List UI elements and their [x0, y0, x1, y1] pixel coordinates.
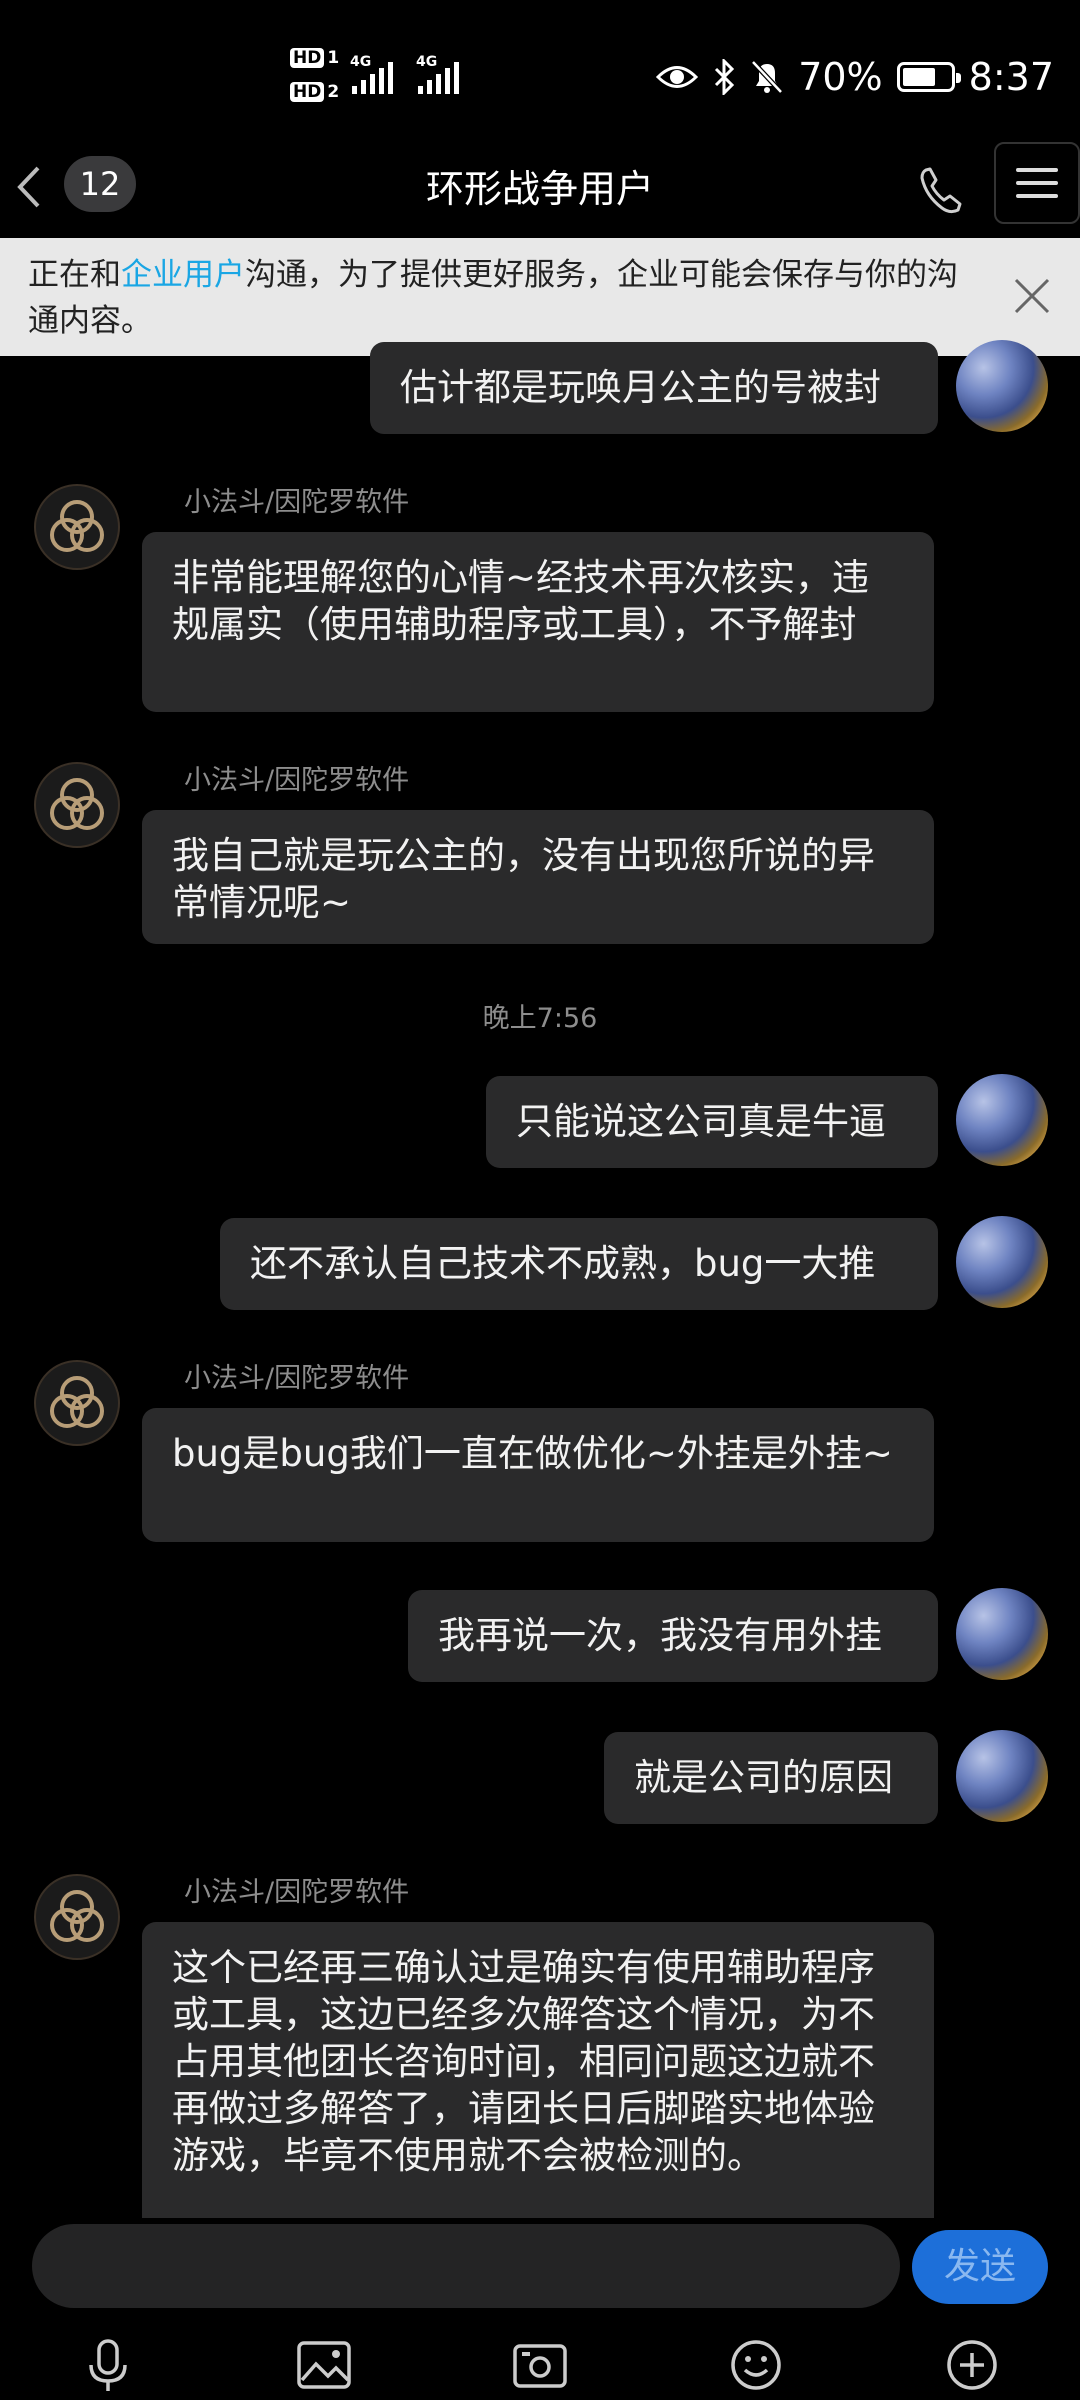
menu-icon-line	[1016, 168, 1058, 172]
input-toolbar	[0, 2330, 1080, 2400]
close-icon[interactable]	[1010, 274, 1054, 318]
agent-message-bubble[interactable]: 这个已经再三确认过是确实有使用辅助程序或工具，这边已经多次解答这个情况，为不占用…	[142, 1922, 934, 2240]
agent-avatar[interactable]	[34, 1360, 120, 1446]
my-avatar[interactable]	[956, 340, 1048, 432]
timestamp: 晚上7:56	[482, 1003, 598, 1034]
my-avatar[interactable]	[956, 1074, 1048, 1166]
bluetooth-icon	[715, 59, 735, 95]
my-avatar[interactable]	[956, 1216, 1048, 1308]
my-message-bubble[interactable]: 还不承认自己技术不成熟，bug一大推	[220, 1218, 938, 1310]
my-message-bubble[interactable]: 只能说这公司真是牛逼	[486, 1076, 938, 1168]
my-avatar[interactable]	[956, 1588, 1048, 1680]
message-input[interactable]	[32, 2224, 900, 2308]
status-bar: HD 1 HD 2 4G 4G 70% 8:37	[0, 0, 1080, 150]
camera-icon[interactable]	[508, 2333, 572, 2397]
logo-icon	[50, 500, 104, 552]
agent-message-bubble[interactable]: 非常能理解您的心情~经技术再次核实，违规属实（使用辅助程序或工具），不予解封	[142, 532, 934, 712]
call-button[interactable]	[912, 160, 972, 220]
logo-icon	[50, 1376, 104, 1428]
my-avatar[interactable]	[956, 1730, 1048, 1822]
plus-icon[interactable]	[940, 2333, 1004, 2397]
network-indicators: HD 1 HD 2 4G 4G	[290, 48, 480, 110]
agent-message-bubble[interactable]: 我自己就是玩公主的，没有出现您所说的异常情况呢~	[142, 810, 934, 944]
logo-icon	[50, 1890, 104, 1942]
enterprise-notice: 正在和企业用户沟通，为了提供更好服务，企业可能会保存与你的沟通内容。	[0, 238, 1080, 356]
status-right: 70% 8:37	[656, 52, 1054, 102]
battery-percent: 70%	[798, 55, 883, 99]
logo-icon	[50, 778, 104, 830]
agent-message-bubble[interactable]: bug是bug我们一直在做优化~外挂是外挂~	[142, 1408, 934, 1542]
eye-icon	[656, 66, 699, 88]
my-message-bubble[interactable]: 估计都是玩唤月公主的号被封	[370, 342, 938, 434]
menu-icon-line	[1016, 194, 1058, 198]
signal-icon-1: 4G	[350, 54, 393, 94]
clock: 8:37	[968, 55, 1054, 99]
my-message-bubble[interactable]: 我再说一次，我没有用外挂	[408, 1590, 938, 1682]
menu-icon-line	[1016, 181, 1058, 185]
agent-avatar[interactable]	[34, 1874, 120, 1960]
sender-name: 小法斗/因陀罗软件	[184, 1363, 410, 1394]
hd2-indicator: HD 2	[290, 82, 339, 102]
hd1-indicator: HD 1	[290, 48, 339, 68]
sender-name: 小法斗/因陀罗软件	[184, 487, 410, 518]
agent-avatar[interactable]	[34, 484, 120, 570]
signal-icon-2: 4G	[416, 54, 459, 94]
microphone-icon[interactable]	[76, 2333, 140, 2397]
image-icon[interactable]	[292, 2333, 356, 2397]
mute-bell-icon	[751, 60, 784, 94]
battery-icon	[896, 62, 961, 92]
phone-icon	[920, 167, 962, 214]
send-button[interactable]: 发送	[912, 2230, 1048, 2304]
chat-header: 12 环形战争用户	[0, 140, 1080, 240]
my-message-bubble[interactable]: 就是公司的原因	[604, 1732, 938, 1824]
sender-name: 小法斗/因陀罗软件	[184, 1877, 410, 1908]
menu-button[interactable]	[994, 142, 1080, 224]
agent-avatar[interactable]	[34, 762, 120, 848]
emoji-icon[interactable]	[724, 2333, 788, 2397]
enterprise-user-link[interactable]: 企业用户	[121, 257, 245, 293]
sender-name: 小法斗/因陀罗软件	[184, 765, 410, 796]
input-area: 发送	[0, 2218, 1080, 2400]
battery-fill	[902, 68, 935, 86]
